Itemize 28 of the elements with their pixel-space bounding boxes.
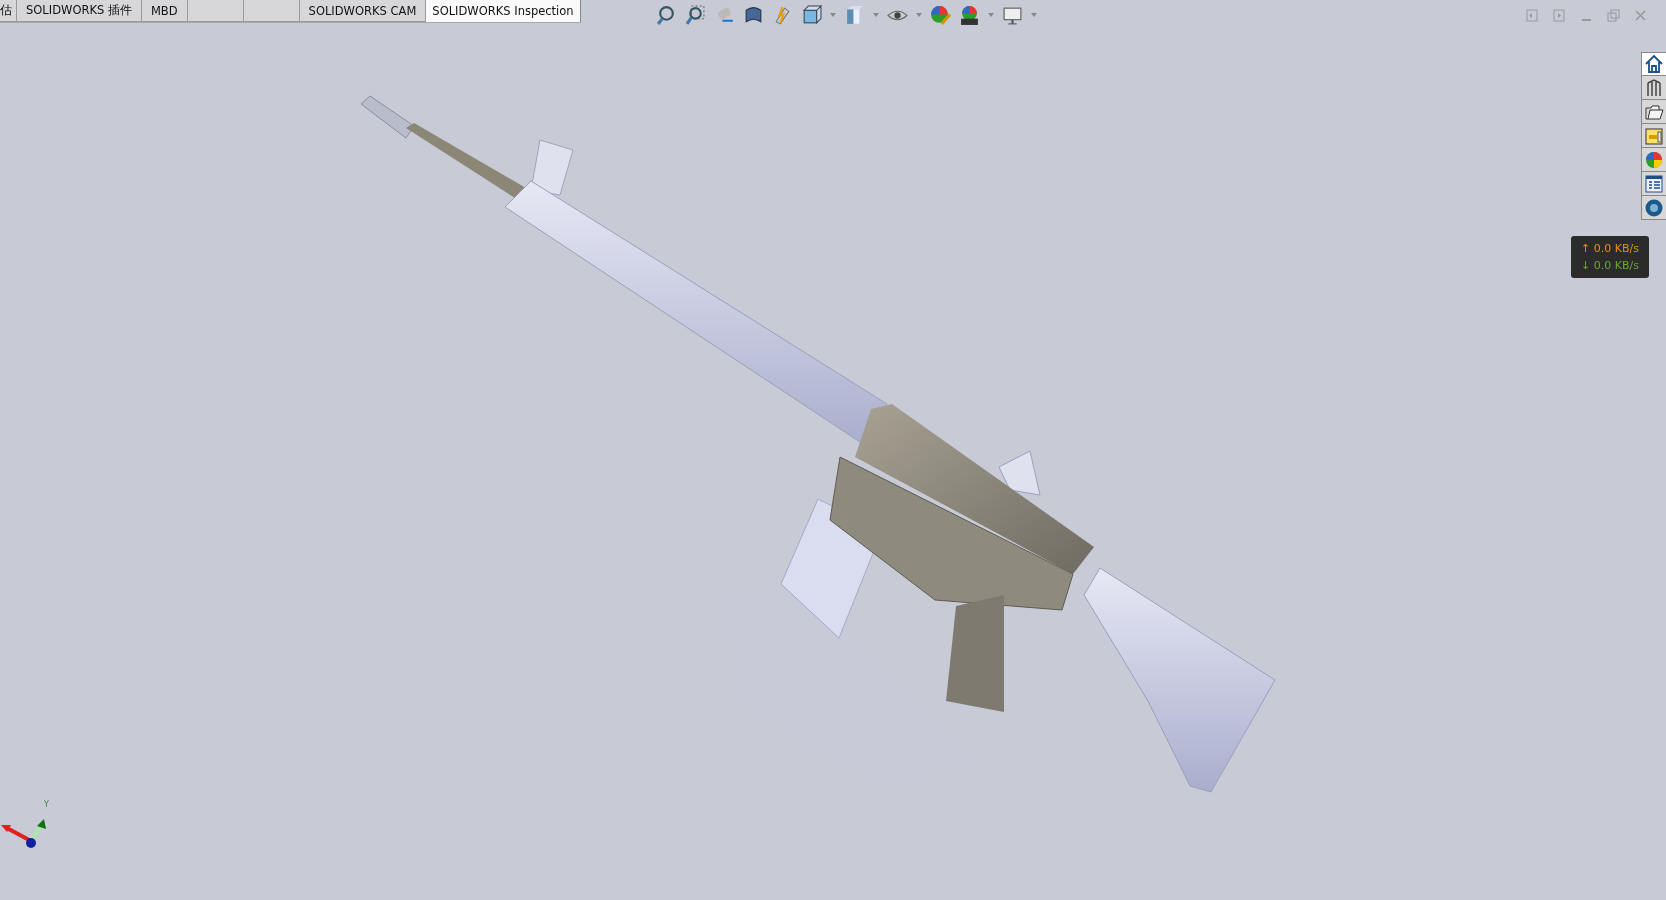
close-icon[interactable]	[1633, 8, 1648, 23]
view-orientation-icon	[800, 4, 822, 26]
y-axis-label: Y	[44, 800, 49, 809]
axis-triad-icon	[0, 818, 48, 850]
ribbon-tab[interactable]: SOLIDWORKS Inspection	[426, 0, 581, 22]
ribbon-tab[interactable]: SOLIDWORKS CAM	[299, 0, 427, 22]
download-speed: 0.0 KB/s	[1593, 259, 1639, 272]
upload-arrow: ↑	[1581, 242, 1591, 255]
layout-icon	[1644, 125, 1664, 146]
zoom-to-fit-icon	[655, 4, 677, 26]
appearance-icon	[929, 4, 951, 26]
ribbon-tab[interactable]	[187, 0, 244, 22]
layout-tab[interactable]	[1641, 124, 1666, 148]
list-tab[interactable]	[1641, 172, 1666, 196]
ribbon-tab[interactable]: SOLIDWORKS 插件	[17, 0, 142, 22]
folder-tab[interactable]	[1641, 100, 1666, 124]
zoom-to-area-icon	[684, 4, 706, 26]
upload-speed: 0.0 KB/s	[1593, 242, 1639, 255]
ribbon-tab[interactable]: 估	[0, 0, 17, 22]
ribbon-tab[interactable]	[243, 0, 300, 22]
color-ball-tab[interactable]	[1641, 148, 1666, 172]
list-icon	[1644, 173, 1664, 194]
home-tab[interactable]	[1641, 52, 1666, 76]
home-icon	[1644, 54, 1664, 74]
scene-icon	[958, 4, 980, 26]
ribbon-tab[interactable]: MBD	[141, 0, 188, 22]
color-ball-icon	[1644, 149, 1664, 170]
download-arrow: ↓	[1581, 259, 1591, 272]
